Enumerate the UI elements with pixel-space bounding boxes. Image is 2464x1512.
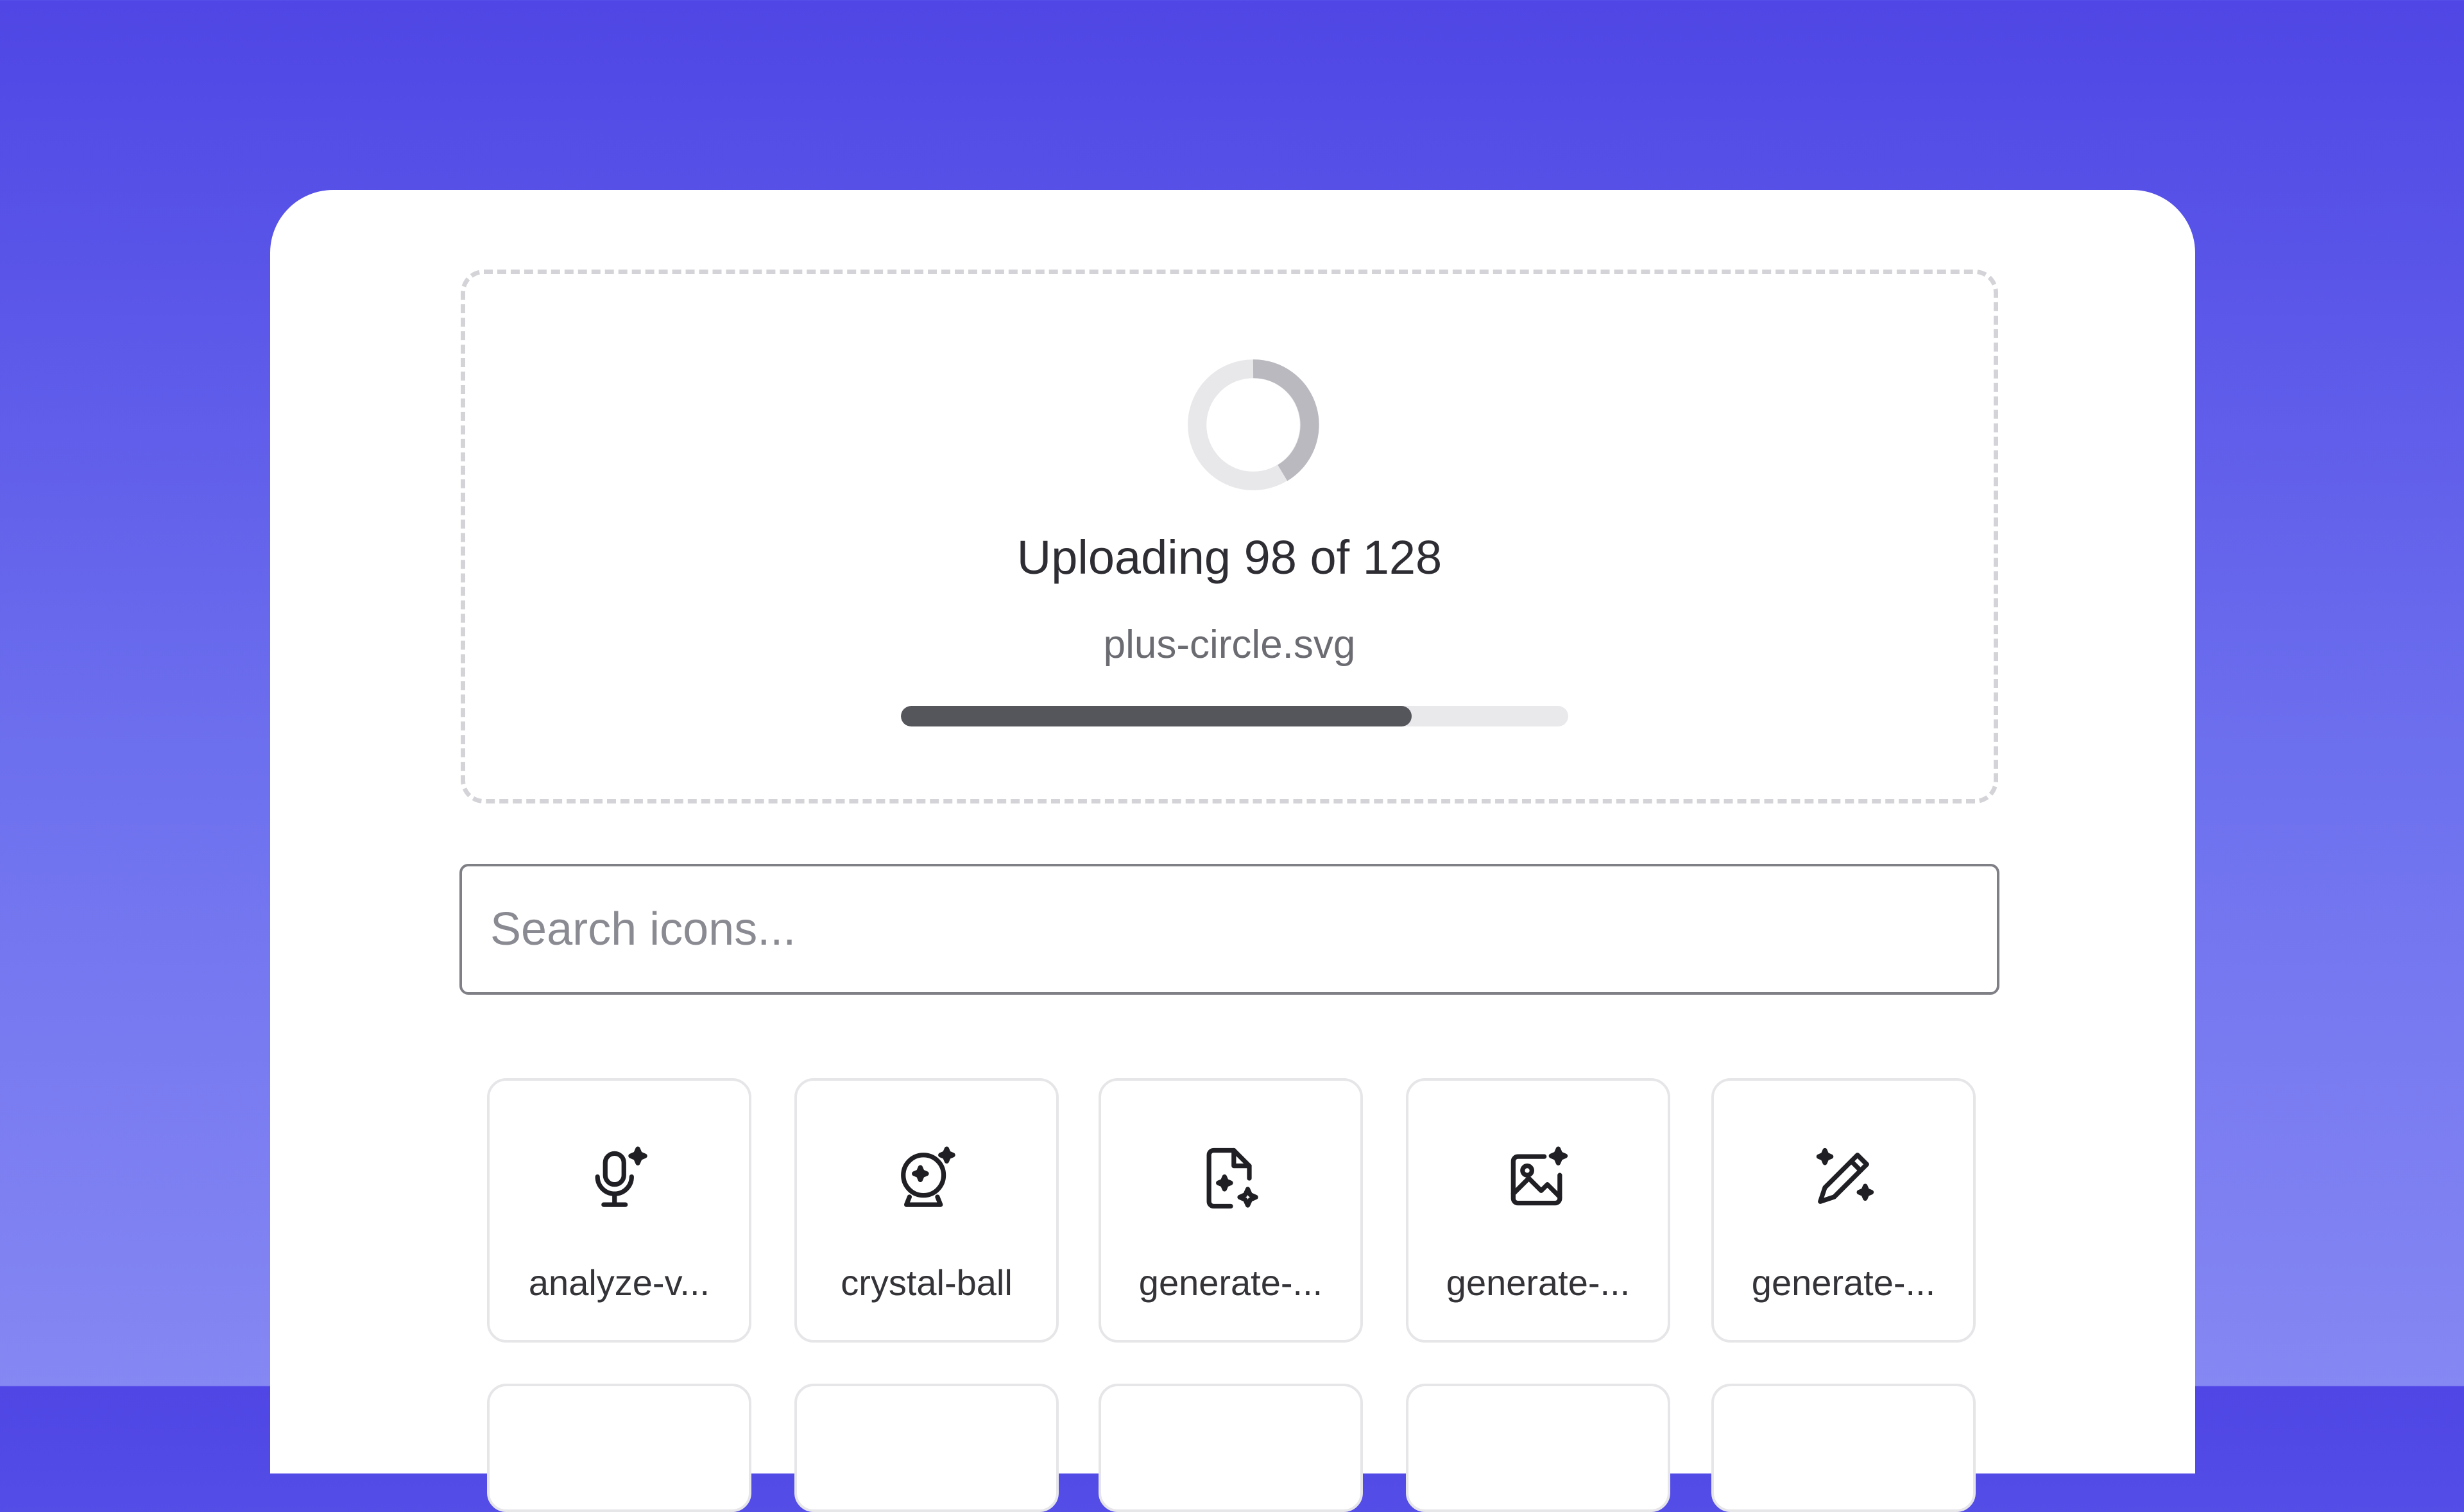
pen-sparkle-icon xyxy=(1816,1147,1874,1204)
upload-dropzone[interactable]: Uploading 98 of 128 plus-circle.svg xyxy=(461,270,1998,803)
icon-tile[interactable]: generate-... xyxy=(1099,1078,1363,1343)
search-input[interactable] xyxy=(459,864,1999,995)
icon-label: analyze-v... xyxy=(528,1262,710,1303)
icon-tile[interactable]: generate-... xyxy=(1406,1078,1670,1343)
loading-spinner-icon xyxy=(1188,359,1319,490)
icon-upload-card: Uploading 98 of 128 plus-circle.svg anal… xyxy=(270,190,2195,1512)
upload-progress-bar xyxy=(901,706,1568,726)
upload-progress-fill xyxy=(901,706,1412,726)
upload-status-title: Uploading 98 of 128 xyxy=(1016,531,1442,584)
icon-tile[interactable]: generate-... xyxy=(1711,1078,1976,1343)
image-sparkle-icon xyxy=(1510,1146,1568,1206)
icon-label: generate-... xyxy=(1446,1262,1630,1303)
icon-tile[interactable] xyxy=(794,1384,1059,1512)
icon-tile[interactable] xyxy=(1099,1384,1363,1512)
file-sparkle-icon xyxy=(1206,1147,1258,1209)
upload-file-name: plus-circle.svg xyxy=(1103,623,1356,667)
icon-tile[interactable]: crystal-ball xyxy=(794,1078,1059,1343)
crystal-ball-icon xyxy=(901,1146,955,1207)
microphone-sparkle-icon xyxy=(595,1146,647,1207)
icon-tile[interactable] xyxy=(1406,1384,1670,1512)
icon-tile[interactable] xyxy=(487,1384,751,1512)
icon-label: generate-... xyxy=(1138,1262,1323,1303)
icon-tile[interactable]: analyze-v... xyxy=(487,1078,751,1343)
icon-label: crystal-ball xyxy=(841,1262,1013,1303)
icon-label: generate-... xyxy=(1751,1262,1936,1303)
icon-tile[interactable] xyxy=(1711,1384,1976,1512)
